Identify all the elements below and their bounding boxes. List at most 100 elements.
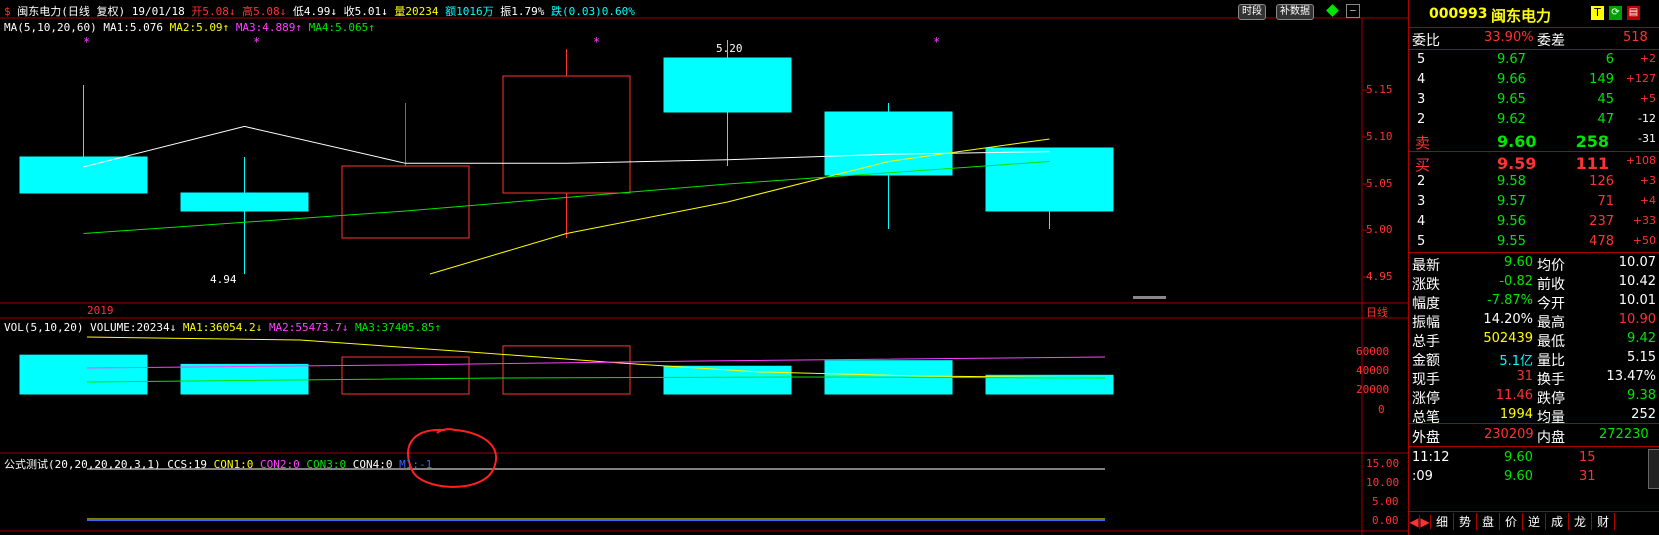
tab-next-icon[interactable]: ▶ bbox=[1420, 515, 1431, 529]
stat-row: 最新 9.60 均价 10.07 bbox=[1409, 254, 1659, 274]
tab-item[interactable]: 盘 bbox=[1477, 513, 1500, 530]
tab-item[interactable]: 逆 bbox=[1523, 513, 1546, 530]
tab-item[interactable]: 价 bbox=[1500, 513, 1523, 530]
vol-ma3-value: MA3:37405.85↑ bbox=[355, 321, 442, 334]
collapse-icon[interactable]: — bbox=[1346, 4, 1360, 18]
level-label: 4 bbox=[1417, 214, 1426, 229]
period-label[interactable]: 日线 bbox=[1366, 304, 1388, 320]
sell-row[interactable]: 3 9.65 45 +5 bbox=[1409, 91, 1659, 110]
outer-label: 外盘 bbox=[1412, 430, 1440, 446]
change: -31 bbox=[1638, 132, 1656, 145]
formula-legend: 公式测试(20,20,20,20,3,1) CCS:19 CON1:0 CON2… bbox=[4, 456, 432, 472]
volume: 6 bbox=[1605, 52, 1614, 67]
stat-label: 量比 bbox=[1537, 353, 1565, 369]
buy-row[interactable]: 4 9.56 237 +33 bbox=[1409, 213, 1659, 232]
vol-value: VOLUME:20234↓ bbox=[90, 321, 177, 334]
stat-label: 均价 bbox=[1537, 258, 1565, 274]
tab-item[interactable]: 势 bbox=[1454, 513, 1477, 530]
stat-label: 总手 bbox=[1412, 334, 1440, 350]
volume-bar[interactable] bbox=[341, 356, 470, 395]
volume: 258 bbox=[1575, 132, 1609, 151]
stat-row: 涨跌 -0.82 前收 10.42 bbox=[1409, 273, 1659, 293]
close-value: 收5.01↓ bbox=[343, 5, 388, 18]
sell-row[interactable]: 2 9.62 47 -12 bbox=[1409, 111, 1659, 130]
marker-star: * bbox=[83, 35, 90, 49]
sell-row[interactable]: 4 9.66 149 +127 bbox=[1409, 71, 1659, 90]
candle-body[interactable] bbox=[502, 75, 631, 194]
tick-time: 11:12 bbox=[1412, 450, 1450, 465]
sell-row[interactable]: 5 9.67 6 +2 bbox=[1409, 51, 1659, 70]
change: +5 bbox=[1639, 92, 1656, 105]
candle-body[interactable] bbox=[824, 111, 953, 176]
stat-value: 1994 bbox=[1499, 407, 1533, 422]
candle-body[interactable] bbox=[180, 192, 309, 212]
tab-item[interactable]: 成 bbox=[1546, 513, 1569, 530]
chart-header: $ 闽东电力(日线 复权) 19/01/18 开5.08↓ 高5.08↓ 低4.… bbox=[4, 3, 635, 19]
candle-body[interactable] bbox=[663, 57, 792, 113]
change: -12 bbox=[1638, 112, 1656, 125]
tick-row: :09 9.60 31 bbox=[1409, 468, 1659, 487]
price-tick: 5.15 bbox=[1366, 83, 1393, 96]
price: 9.67 bbox=[1497, 52, 1526, 67]
price: 9.62 bbox=[1497, 112, 1526, 127]
high-annotation: 5.20 bbox=[716, 42, 743, 55]
volume-bar[interactable] bbox=[502, 345, 631, 395]
stat-value: 13.47% bbox=[1606, 369, 1656, 384]
stat-value: 9.38 bbox=[1627, 388, 1656, 403]
tab-item[interactable]: 龙 bbox=[1569, 513, 1592, 530]
price: 9.55 bbox=[1497, 234, 1526, 249]
price-tick: 5.05 bbox=[1366, 177, 1393, 190]
price: 9.60 bbox=[1497, 132, 1537, 151]
stat-value: 9.60 bbox=[1504, 255, 1533, 270]
volume-bar[interactable] bbox=[180, 363, 309, 395]
volume-bar[interactable] bbox=[663, 365, 792, 395]
candle-body[interactable] bbox=[19, 156, 148, 194]
tick-volume: 15 bbox=[1579, 450, 1596, 465]
sell-row[interactable]: 卖 9.60 258 -31 bbox=[1409, 131, 1659, 152]
level-label: 2 bbox=[1417, 112, 1426, 127]
volume: 237 bbox=[1589, 214, 1614, 229]
refresh-icon[interactable]: ⟳ bbox=[1609, 6, 1622, 20]
time-period-button[interactable]: 时段 bbox=[1238, 4, 1266, 20]
ratio-value: 33.90% bbox=[1484, 30, 1534, 45]
ma1-value: MA1:5.076 bbox=[103, 21, 163, 34]
stat-value: 5.15 bbox=[1627, 350, 1656, 365]
stat-row: 振幅 14.20% 最高 10.90 bbox=[1409, 311, 1659, 331]
tab-item[interactable]: 细 bbox=[1431, 513, 1454, 530]
con3-value: CON3:0 bbox=[306, 458, 347, 471]
level-label: 买 bbox=[1415, 156, 1431, 174]
change: +3 bbox=[1639, 174, 1656, 187]
marker-star: * bbox=[593, 35, 600, 49]
dollar-icon: $ bbox=[4, 5, 11, 18]
vol-tick: 20000 bbox=[1356, 383, 1390, 396]
change: +108 bbox=[1625, 154, 1656, 167]
stat-row: 涨停 11.46 跌停 9.38 bbox=[1409, 387, 1659, 407]
buy-row[interactable]: 买 9.59 111 +108 bbox=[1409, 153, 1659, 174]
formula-tick: 15.00 bbox=[1366, 457, 1400, 470]
ma-label: MA(5,10,20,60) bbox=[4, 21, 97, 34]
stat-row: 现手 31 换手 13.47% bbox=[1409, 368, 1659, 388]
candle-body[interactable] bbox=[341, 165, 470, 239]
buy-row[interactable]: 3 9.57 71 +4 bbox=[1409, 193, 1659, 212]
t-button[interactable]: T bbox=[1591, 6, 1604, 20]
menu-icon[interactable]: ▤ bbox=[1627, 6, 1640, 20]
tab-prev-icon[interactable]: ◀ bbox=[1409, 515, 1420, 529]
stock-name: 闽东电力 bbox=[1491, 7, 1552, 25]
low-annotation: 4.94 bbox=[210, 273, 237, 286]
scroll-indicator[interactable] bbox=[1133, 296, 1166, 299]
volume-bar[interactable] bbox=[19, 354, 148, 395]
price-tick: 4.95 bbox=[1366, 270, 1393, 283]
tab-item[interactable]: 财 bbox=[1592, 513, 1615, 530]
tick-scrollbar[interactable] bbox=[1648, 449, 1659, 489]
high-value: 高5.08↓ bbox=[242, 5, 287, 18]
change: +33 bbox=[1632, 214, 1656, 227]
fill-data-button[interactable]: 补数据 bbox=[1276, 4, 1314, 20]
candle-body[interactable] bbox=[985, 147, 1114, 212]
marker-star: * bbox=[253, 35, 260, 49]
stat-label: 均量 bbox=[1537, 410, 1565, 426]
vol-ma2-value: MA2:55473.7↓ bbox=[268, 321, 349, 334]
diff-label: 委差 bbox=[1537, 33, 1565, 49]
buy-row[interactable]: 2 9.58 126 +3 bbox=[1409, 173, 1659, 192]
formula-tick: 0.00 bbox=[1372, 514, 1399, 527]
buy-row[interactable]: 5 9.55 478 +50 bbox=[1409, 233, 1659, 252]
